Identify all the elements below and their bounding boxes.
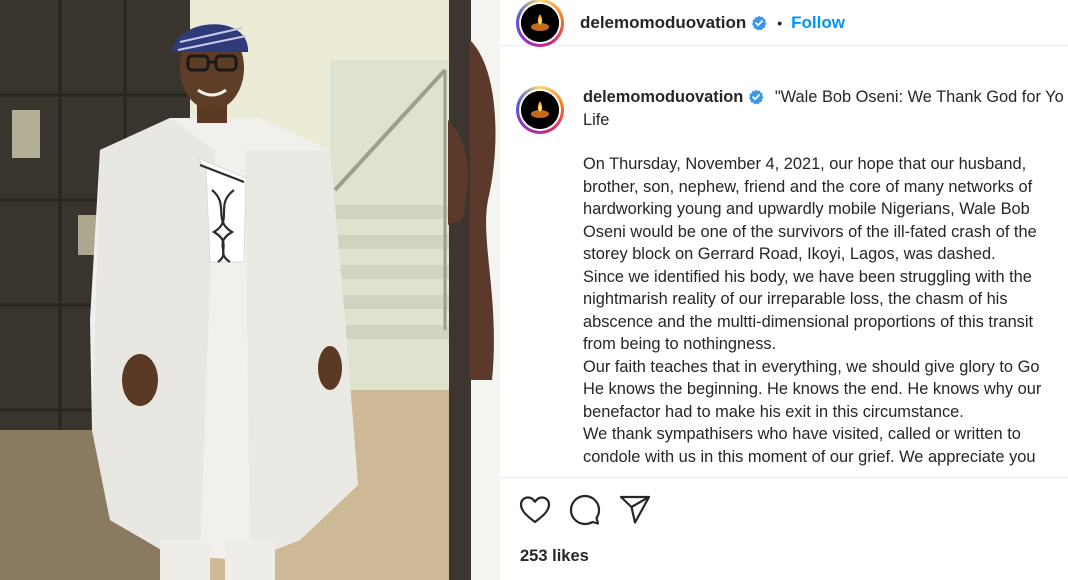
post-header: delemomoduovation • Follow xyxy=(500,0,1068,47)
candle-icon xyxy=(521,3,559,42)
likes-count[interactable]: 253 likes xyxy=(520,547,589,566)
post-panel: delemomoduovation • Follow delemomoduova… xyxy=(500,0,1068,580)
caption-line: condole with us in this moment of our gr… xyxy=(583,447,1036,466)
action-bar xyxy=(519,494,669,526)
heart-icon xyxy=(519,496,551,524)
caption: delemomoduovation "Wale Bob Oseni: We Th… xyxy=(516,86,1068,476)
caption-line: Our faith teaches that in everything, we… xyxy=(583,357,1040,376)
comment-button[interactable] xyxy=(569,494,601,526)
caption-title-line2: Life xyxy=(583,110,610,129)
caption-line: hardworking young and upwardly mobile Ni… xyxy=(583,200,1030,218)
photo-illustration xyxy=(0,0,500,580)
separator-dot: • xyxy=(777,14,783,31)
header-username[interactable]: delemomoduovation xyxy=(580,13,746,33)
share-button[interactable] xyxy=(619,494,651,526)
follow-button[interactable]: Follow xyxy=(791,13,845,33)
verified-badge-icon xyxy=(752,15,767,30)
post-photo[interactable] xyxy=(0,0,500,580)
caption-line: Since we identified his body, we have be… xyxy=(583,267,1032,286)
like-button[interactable] xyxy=(519,494,551,526)
caption-line: from being to nothingness. xyxy=(583,335,777,353)
paper-plane-icon xyxy=(619,495,651,524)
caption-line: We thank sympathisers who have visited, … xyxy=(583,425,1021,443)
divider xyxy=(500,477,1068,478)
verified-badge-icon xyxy=(749,89,764,105)
avatar[interactable] xyxy=(516,0,564,47)
caption-line: He knows the beginning. He knows the end… xyxy=(583,380,1042,398)
comment-icon xyxy=(569,494,601,526)
caption-username[interactable]: delemomoduovation xyxy=(583,86,743,109)
caption-text: delemomoduovation "Wale Bob Oseni: We Th… xyxy=(583,86,1064,468)
caption-title-line1: "Wale Bob Oseni: We Thank God for Yo xyxy=(774,88,1064,106)
caption-line: brother, son, nephew, friend and the cor… xyxy=(583,177,1033,196)
caption-line: storey block on Gerrard Road, Ikoyi, Lag… xyxy=(583,245,996,263)
candle-icon xyxy=(521,91,559,129)
caption-line: benefactor had to make his exit in this … xyxy=(583,402,964,421)
caption-line: nightmarish reality of our irreparable l… xyxy=(583,290,1008,308)
caption-avatar[interactable] xyxy=(516,86,564,134)
caption-line: On Thursday, November 4, 2021, our hope … xyxy=(583,155,1027,173)
caption-line: Oseni would be one of the survivors of t… xyxy=(583,222,1037,241)
caption-line: abscence and the multti-dimensional prop… xyxy=(583,312,1034,331)
